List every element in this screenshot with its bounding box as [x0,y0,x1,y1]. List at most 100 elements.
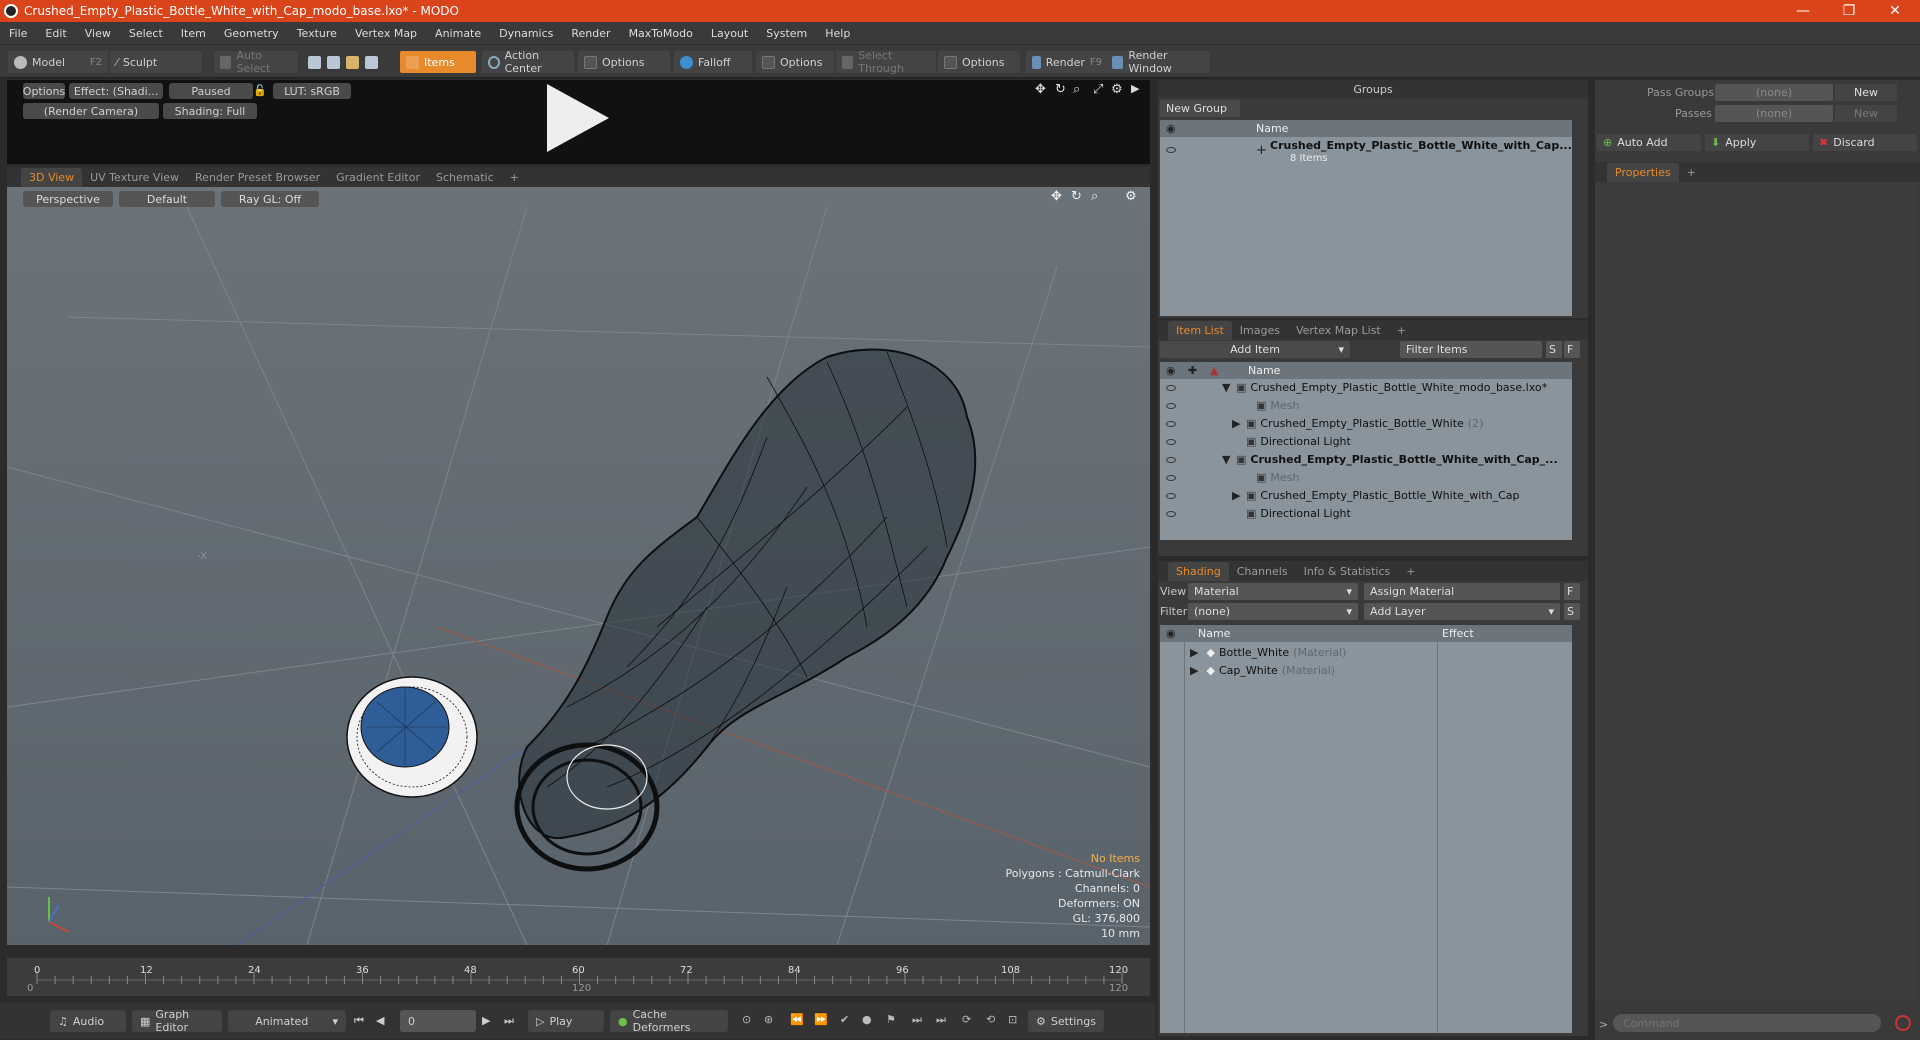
item-row[interactable]: ▣ Mesh [1160,469,1572,487]
tab-properties[interactable]: Properties [1607,163,1679,182]
close-button[interactable]: ✕ [1872,0,1918,22]
tab-schematic[interactable]: Schematic [428,168,502,187]
group-row[interactable]: + Crushed_Empty_Plastic_Bottle_White_wit… [1160,137,1572,169]
material-row-cap-white[interactable]: ▶ ◆ Cap_White (Material) [1190,661,1335,679]
add-item-dropdown[interactable]: Add Item ▾ [1160,341,1350,358]
polygons-mode-icon[interactable] [346,55,359,69]
tab-channels[interactable]: Channels [1229,562,1296,581]
item-row[interactable]: ▼ ▣ Crushed_Empty_Plastic_Bottle_White_wit… [1160,451,1572,469]
set-key-icon[interactable]: ✔ [840,1013,849,1026]
paused-toggle[interactable]: Paused [169,83,253,99]
menu-maxtomodo[interactable]: MaxToModo [620,27,702,40]
add-tab-button[interactable]: + [502,168,527,187]
prev-frame-icon[interactable]: ◀ [376,1014,384,1027]
item-row[interactable]: ▼ ▣ Crushed_Empty_Plastic_Bottle_White_mod… [1160,379,1572,397]
eye-icon[interactable] [1166,457,1176,463]
shading-s-toggle[interactable]: S [1564,603,1580,620]
cache-deformers-button[interactable]: ● Cache Deformers [610,1008,728,1034]
range-start-icon[interactable]: ⏭ [912,1013,922,1027]
command-input[interactable] [1613,1014,1881,1032]
expand-arrow-icon[interactable]: ▼ [1222,453,1236,466]
item-row[interactable]: ▶ ▣ Crushed_Empty_Plastic_Bottle_White_wit… [1160,487,1572,505]
settings-button[interactable]: ⚙ Settings [1028,1010,1104,1032]
tab-images[interactable]: Images [1232,321,1288,340]
prev-key-icon[interactable]: ⏪ [790,1013,804,1026]
new-pass-group-button[interactable]: New [1835,84,1897,101]
item-row[interactable]: ▣ Directional Light [1160,505,1572,523]
key-filter-icon[interactable]: ⚑ [886,1013,896,1026]
first-frame-icon[interactable]: ⏮ [354,1014,364,1028]
item-row[interactable]: ▶ ▣ Crushed_Empty_Plastic_Bottle_White (2) [1160,415,1572,433]
eye-icon[interactable] [1166,147,1176,153]
items-mode-button[interactable]: Items [400,51,476,73]
play-button[interactable]: ▷ Play [528,1010,604,1032]
expand-arrow-icon[interactable]: ▶ [1190,664,1198,677]
next-frame-icon[interactable]: ▶ [482,1014,490,1027]
tab-item-list[interactable]: Item List [1168,321,1232,340]
animated-dropdown[interactable]: Animated ▾ [228,1010,346,1032]
frame-input[interactable]: 0 [400,1010,476,1032]
menu-animate[interactable]: Animate [426,27,490,40]
item-row[interactable]: ▣ Mesh [1160,397,1572,415]
eye-icon[interactable] [1166,385,1176,391]
filter-items-input[interactable]: Filter Items [1400,341,1542,358]
key-icon[interactable]: ⊙ [742,1013,751,1026]
menu-render[interactable]: Render [562,27,619,40]
menu-system[interactable]: System [757,27,816,40]
select-through-button[interactable]: Select Through [836,49,936,75]
filter-dropdown[interactable]: (none) ▾ [1188,603,1358,620]
discard-button[interactable]: ✖ Discard [1813,134,1917,151]
camera-dropdown[interactable]: (Render Camera) [23,103,159,119]
menu-select[interactable]: Select [120,27,172,40]
eye-icon[interactable] [1166,421,1176,427]
lock-icon[interactable]: 🔓 [253,84,267,97]
expand-arrow-icon[interactable]: ▶ [1190,646,1198,659]
auto-select-button[interactable]: Auto Select [214,49,298,75]
tab-shading[interactable]: Shading [1168,562,1229,581]
tab-vertex-map-list[interactable]: Vertex Map List [1288,321,1389,340]
timeline[interactable]: 0 12 24 36 48 60 72 84 96 108 120 0 120 … [7,958,1150,996]
apply-button[interactable]: ⬇ Apply [1705,134,1809,151]
snap-icon[interactable]: ⊡ [1008,1013,1017,1026]
stop-icon[interactable] [1895,1015,1911,1031]
loop-icon[interactable]: ⟳ [962,1013,971,1026]
expand-arrow-icon[interactable]: ▶ [1232,417,1246,430]
vertices-mode-icon[interactable] [308,55,321,69]
render-window-button[interactable]: Render Window [1106,49,1210,75]
graph-editor-button[interactable]: ▦ Graph Editor [132,1008,222,1034]
passes-dropdown[interactable]: (none) [1715,105,1833,122]
pan-icon[interactable]: ✥ [1035,82,1046,97]
item-row[interactable]: ▣ Directional Light [1160,433,1572,451]
menu-layout[interactable]: Layout [702,27,757,40]
shading-f-toggle[interactable]: F [1564,583,1580,600]
action-center-options-button[interactable]: Options [578,51,670,73]
tab-uv-texture-view[interactable]: UV Texture View [82,168,187,187]
new-pass-button[interactable]: New [1835,105,1897,122]
last-frame-icon[interactable]: ⏭ [504,1014,514,1028]
filter-toggle[interactable]: F [1564,341,1580,358]
select-through-options-button[interactable]: Options [938,51,1020,73]
menu-texture[interactable]: Texture [288,27,346,40]
record-icon[interactable]: ● [862,1013,872,1026]
eye-icon[interactable] [1166,439,1176,445]
fit-icon[interactable]: ⤢ [1093,82,1103,97]
falloff-button[interactable]: Falloff [674,51,752,73]
tab-3d-view[interactable]: 3D View [21,168,83,187]
menu-vertex-map[interactable]: Vertex Map [346,27,426,40]
expand-arrow-icon[interactable]: ▶ [1131,82,1139,95]
sync-icon[interactable]: ⟲ [986,1013,995,1026]
material-row-bottle-white[interactable]: ▶ ◆ Bottle_White (Material) [1190,643,1346,661]
next-key-icon[interactable]: ⏩ [814,1013,828,1026]
expand-arrow-icon[interactable]: ▶ [1232,489,1246,502]
maximize-button[interactable]: ❐ [1826,0,1872,22]
menu-dynamics[interactable]: Dynamics [490,27,562,40]
add-tab-button[interactable]: + [1398,562,1423,581]
play-preview-icon[interactable] [547,84,609,152]
materials-mode-icon[interactable] [365,55,378,69]
menu-item[interactable]: Item [172,27,215,40]
falloff-options-button[interactable]: Options [756,51,834,73]
assign-material-button[interactable]: Assign Material [1364,583,1560,600]
pass-groups-dropdown[interactable]: (none) [1715,84,1833,101]
edges-mode-icon[interactable] [327,55,340,69]
menu-help[interactable]: Help [816,27,859,40]
